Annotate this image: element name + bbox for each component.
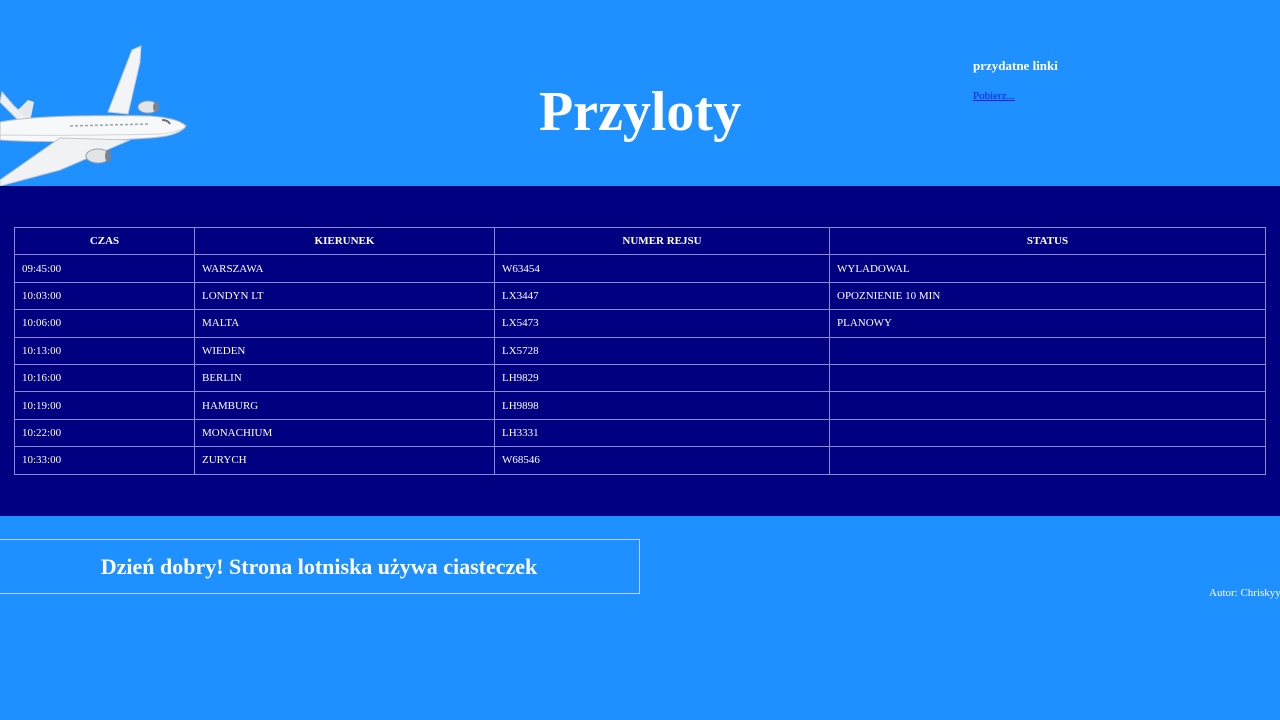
column-header-flight-number: NUMER REJSU [494, 226, 830, 256]
cell-status [829, 418, 1266, 448]
cell-destination: MONACHIUM [194, 418, 495, 448]
cell-destination: LONDYN LT [194, 281, 495, 311]
arrivals-panel: CZAS KIERUNEK NUMER REJSU STATUS 09:45:0… [0, 186, 1280, 516]
cell-time: 09:45:00 [14, 254, 195, 283]
column-header-status: STATUS [829, 226, 1266, 256]
download-link[interactable]: Pobierz... [973, 90, 1015, 102]
cell-status [829, 336, 1266, 365]
cell-status [829, 363, 1266, 393]
author-credit: Autor: Chriskyy [1209, 587, 1280, 599]
cell-status: OPOZNIENIE 10 MIN [829, 281, 1266, 311]
header: Przyloty przydatne linki Pobierz... [0, 0, 1280, 186]
cell-flight-number: LX5473 [494, 309, 830, 338]
useful-links: przydatne linki Pobierz... [973, 58, 1253, 104]
cell-status [829, 446, 1266, 475]
cell-destination: HAMBURG [194, 391, 495, 420]
cell-status [829, 391, 1266, 420]
cell-flight-number: W68546 [494, 446, 830, 475]
cell-status: PLANOWY [829, 309, 1266, 338]
column-header-destination: KIERUNEK [194, 226, 495, 256]
cell-time: 10:16:00 [14, 363, 195, 393]
cell-flight-number: W63454 [494, 254, 830, 283]
cell-destination: WARSZAWA [194, 254, 495, 283]
cell-status: WYLADOWAL [829, 254, 1266, 283]
column-header-time: CZAS [14, 226, 195, 256]
cell-time: 10:19:00 [14, 391, 195, 420]
cell-destination: ZURYCH [194, 446, 495, 475]
cell-destination: BERLIN [194, 363, 495, 393]
cookie-banner: Dzień dobry! Strona lotniska używa ciast… [0, 539, 640, 594]
cell-flight-number: LH3331 [494, 418, 830, 448]
table-header-row: CZAS KIERUNEK NUMER REJSU STATUS [14, 226, 1266, 256]
cell-flight-number: LX3447 [494, 281, 830, 311]
table-row: 10:33:00 ZURYCH W68546 [14, 446, 1266, 475]
cell-time: 10:33:00 [14, 446, 195, 475]
cell-time: 10:06:00 [14, 309, 195, 338]
cell-flight-number: LH9829 [494, 363, 830, 393]
table-row: 10:06:00 MALTA LX5473 PLANOWY [14, 309, 1266, 338]
table-row: 10:16:00 BERLIN LH9829 [14, 363, 1266, 393]
cell-time: 10:03:00 [14, 281, 195, 311]
table-row: 10:19:00 HAMBURG LH9898 [14, 391, 1266, 420]
cell-flight-number: LX5728 [494, 336, 830, 365]
links-heading: przydatne linki [973, 58, 1058, 73]
cell-time: 10:22:00 [14, 418, 195, 448]
arrivals-table: CZAS KIERUNEK NUMER REJSU STATUS 09:45:0… [14, 226, 1266, 475]
cell-time: 10:13:00 [14, 336, 195, 365]
table-row: 10:03:00 LONDYN LT LX3447 OPOZNIENIE 10 … [14, 281, 1266, 311]
cell-destination: MALTA [194, 309, 495, 338]
cell-flight-number: LH9898 [494, 391, 830, 420]
table-row: 09:45:00 WARSZAWA W63454 WYLADOWAL [14, 254, 1266, 283]
table-row: 10:13:00 WIEDEN LX5728 [14, 336, 1266, 365]
cell-destination: WIEDEN [194, 336, 495, 365]
table-row: 10:22:00 MONACHIUM LH3331 [14, 418, 1266, 448]
